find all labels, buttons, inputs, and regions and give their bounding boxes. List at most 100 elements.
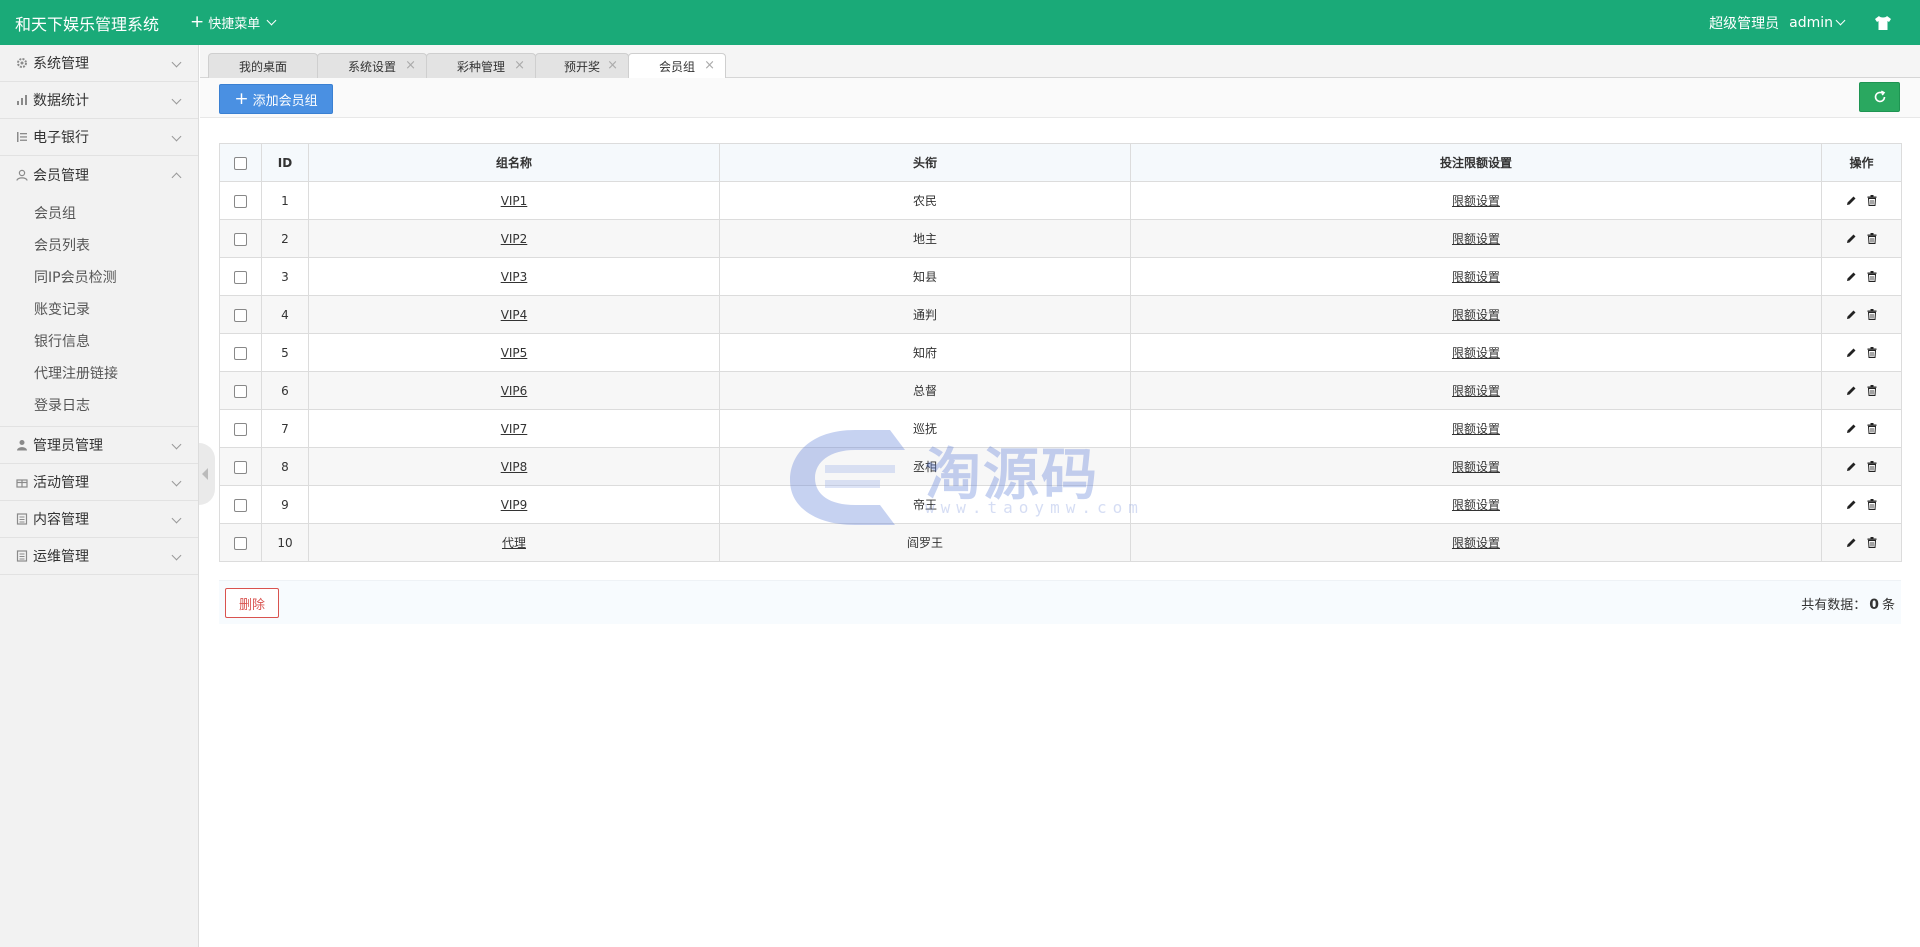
trash-icon[interactable] (1867, 461, 1877, 472)
trash-icon[interactable] (1867, 195, 1877, 206)
submenu-item-account-records[interactable]: 账变记录 (0, 294, 198, 326)
row-checkbox[interactable] (234, 270, 247, 284)
tab-system-settings[interactable]: 系统设置 × (317, 53, 427, 78)
id-cell: 4 (261, 295, 309, 334)
limit-settings-link[interactable]: 限额设置 (1452, 422, 1500, 436)
trash-icon[interactable] (1867, 423, 1877, 434)
group-name-link[interactable]: VIP8 (501, 460, 528, 474)
close-icon[interactable]: × (704, 59, 715, 72)
group-name-cell: VIP8 (308, 447, 720, 486)
top-header: 和天下娱乐管理系统 + 快捷菜单 超级管理员 admin (0, 0, 1920, 45)
table-row: 9 VIP9 帝王 限额设置 (219, 485, 1902, 524)
limit-settings-link[interactable]: 限额设置 (1452, 232, 1500, 246)
edit-icon[interactable] (1846, 537, 1857, 548)
sidebar-item-ops[interactable]: 运维管理 (0, 538, 198, 575)
tab-label: 会员组 (658, 60, 695, 74)
trash-icon[interactable] (1867, 537, 1877, 548)
edit-icon[interactable] (1846, 423, 1857, 434)
group-name-link[interactable]: VIP4 (501, 308, 528, 322)
row-checkbox[interactable] (234, 422, 247, 436)
edit-icon[interactable] (1846, 347, 1857, 358)
sidebar-item-stats[interactable]: 数据统计 (0, 82, 198, 119)
limit-settings-link[interactable]: 限额设置 (1452, 346, 1500, 360)
trash-icon[interactable] (1867, 347, 1877, 358)
list-icon (15, 130, 29, 144)
limit-settings-link[interactable]: 限额设置 (1452, 308, 1500, 322)
row-checkbox[interactable] (234, 536, 247, 550)
edit-icon[interactable] (1846, 385, 1857, 396)
group-name-link[interactable]: 代理 (502, 536, 526, 550)
edit-icon[interactable] (1846, 309, 1857, 320)
row-checkbox[interactable] (234, 308, 247, 322)
add-button-label: 添加会员组 (252, 93, 318, 109)
limit-settings-link[interactable]: 限额设置 (1452, 498, 1500, 512)
group-name-cell: 代理 (308, 523, 720, 562)
close-icon[interactable]: × (607, 59, 618, 72)
trash-icon[interactable] (1867, 385, 1877, 396)
limit-settings-link[interactable]: 限额设置 (1452, 384, 1500, 398)
submenu-item-member-group[interactable]: 会员组 (0, 198, 198, 230)
submenu-item-login-log[interactable]: 登录日志 (0, 390, 198, 422)
submenu-item-agent-link[interactable]: 代理注册链接 (0, 358, 198, 390)
sidebar-item-label: 内容管理 (33, 512, 89, 528)
group-name-link[interactable]: VIP6 (501, 384, 528, 398)
edit-icon[interactable] (1846, 195, 1857, 206)
limit-settings-link[interactable]: 限额设置 (1452, 460, 1500, 474)
sidebar-item-content[interactable]: 内容管理 (0, 501, 198, 538)
select-all-checkbox[interactable] (234, 156, 247, 170)
trash-icon[interactable] (1867, 271, 1877, 282)
column-header: ID (261, 143, 309, 182)
limit-cell: 限额设置 (1130, 257, 1822, 296)
row-checkbox[interactable] (234, 498, 247, 512)
edit-icon[interactable] (1846, 233, 1857, 244)
title-cell: 通判 (719, 295, 1131, 334)
trash-icon[interactable] (1867, 499, 1877, 510)
edit-icon[interactable] (1846, 271, 1857, 282)
tab-member-group[interactable]: 会员组 × (628, 53, 726, 79)
edit-icon[interactable] (1846, 461, 1857, 472)
sidebar-item-activity[interactable]: 活动管理 (0, 464, 198, 501)
group-name-link[interactable]: VIP2 (501, 232, 528, 246)
sidebar-item-admin[interactable]: 管理员管理 (0, 427, 198, 464)
limit-settings-link[interactable]: 限额设置 (1452, 536, 1500, 550)
quick-menu-button[interactable]: + 快捷菜单 (190, 13, 277, 32)
limit-cell: 限额设置 (1130, 447, 1822, 486)
row-checkbox[interactable] (234, 460, 247, 474)
row-checkbox[interactable] (234, 346, 247, 360)
close-icon[interactable]: × (514, 59, 525, 72)
sidebar: 系统管理 数据统计 电子银行 会员管理 会员组 会员列表 同IP会员检测 账变记… (0, 45, 199, 947)
delete-button[interactable]: 删除 (225, 588, 279, 618)
tab-desktop[interactable]: 我的桌面 (208, 53, 318, 78)
add-member-group-button[interactable]: + 添加会员组 (219, 84, 333, 114)
tab-lottery[interactable]: 彩种管理 × (426, 53, 536, 78)
refresh-button[interactable] (1859, 82, 1900, 112)
actions-cell (1821, 333, 1902, 372)
trash-icon[interactable] (1867, 233, 1877, 244)
edit-icon[interactable] (1846, 499, 1857, 510)
group-name-link[interactable]: VIP3 (501, 270, 528, 284)
sidebar-item-member[interactable]: 会员管理 (0, 156, 198, 193)
actions-cell (1821, 181, 1902, 220)
user-menu[interactable]: admin (1789, 15, 1846, 31)
group-name-link[interactable]: VIP1 (501, 194, 528, 208)
user-icon (15, 168, 29, 182)
close-icon[interactable]: × (405, 59, 416, 72)
limit-settings-link[interactable]: 限额设置 (1452, 270, 1500, 284)
submenu-item-same-ip[interactable]: 同IP会员检测 (0, 262, 198, 294)
limit-settings-link[interactable]: 限额设置 (1452, 194, 1500, 208)
row-checkbox[interactable] (234, 384, 247, 398)
group-name-link[interactable]: VIP9 (501, 498, 528, 512)
group-name-link[interactable]: VIP5 (501, 346, 528, 360)
submenu-item-member-list[interactable]: 会员列表 (0, 230, 198, 262)
chevron-down-icon (171, 131, 182, 142)
group-name-link[interactable]: VIP7 (501, 422, 528, 436)
tab-pre-draw[interactable]: 预开奖 × (535, 53, 629, 78)
sidebar-collapse-handle[interactable] (199, 443, 215, 505)
shirt-icon[interactable] (1874, 15, 1892, 31)
sidebar-item-system[interactable]: 系统管理 (0, 45, 198, 82)
sidebar-item-ebank[interactable]: 电子银行 (0, 119, 198, 156)
submenu-item-bank-info[interactable]: 银行信息 (0, 326, 198, 358)
row-checkbox[interactable] (234, 194, 247, 208)
trash-icon[interactable] (1867, 309, 1877, 320)
row-checkbox[interactable] (234, 232, 247, 246)
